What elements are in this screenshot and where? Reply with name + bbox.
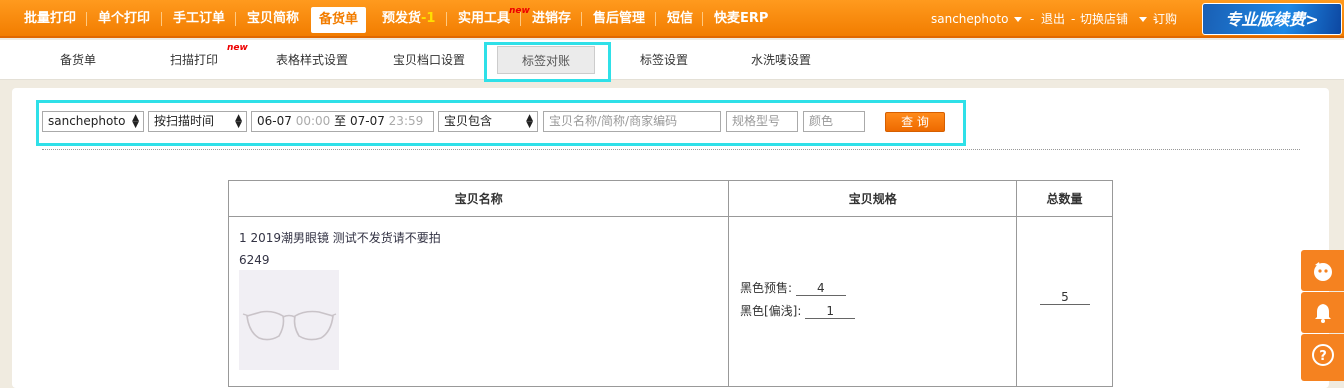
nav-erp[interactable]: 快麦ERP — [714, 0, 768, 38]
active-tab-highlight — [484, 42, 611, 82]
svg-text:?: ? — [1319, 349, 1327, 364]
nav-manual-order[interactable]: 手工订单 — [173, 0, 225, 38]
spec-qty: 4 — [795, 281, 846, 296]
tab-label-settings[interactable]: 标签设置 — [640, 40, 688, 80]
chevron-down-icon — [1139, 17, 1147, 22]
spec-input[interactable]: 规格型号 — [726, 111, 798, 132]
color-input[interactable]: 颜色 — [803, 111, 865, 132]
spec-label: 黑色[偏浅]: — [740, 304, 802, 318]
divider — [42, 149, 1300, 150]
tab-wash-label-settings[interactable]: 水洗唛设置 — [751, 40, 811, 80]
nav-inventory[interactable]: 进销存 — [532, 0, 571, 38]
tab-stock-list[interactable]: 备货单 — [60, 40, 96, 80]
total-value: 5 — [1040, 290, 1090, 305]
user-menu[interactable]: sanchephoto — [931, 0, 1028, 38]
col-item-name: 宝贝名称 — [227, 180, 730, 217]
end-time: 23:59 — [388, 114, 424, 128]
help-icon: ? — [1312, 344, 1334, 366]
table-header-row: 宝贝名称 宝贝规格 总数量 — [227, 180, 1113, 217]
item-name-cell: 1 2019潮男眼镜 测试不发货请不要拍 6249 — [227, 216, 730, 387]
spec-row: 黑色[偏浅]: 1 — [740, 302, 856, 319]
date-separator: 至 — [334, 114, 347, 128]
date-range-input[interactable]: 06-07 00:00 至 07-07 23:59 — [251, 111, 434, 132]
top-navigation: 批量打印 单个打印 手工订单 宝贝简称 备货单 预发货-1 实用工具 new 进… — [0, 0, 1344, 38]
item-title[interactable]: 1 2019潮男眼镜 测试不发货请不要拍 — [239, 230, 718, 246]
switch-shop-link[interactable]: 切换店铺 — [1080, 0, 1128, 38]
match-mode-value: 宝贝包含 — [444, 114, 493, 128]
time-mode-value: 按扫描时间 — [154, 114, 215, 128]
nav-after-sales[interactable]: 售后管理 — [593, 0, 645, 38]
total-qty: 5 — [1040, 290, 1090, 305]
item-name-input[interactable]: 宝贝名称/简称/商家编码 — [543, 111, 721, 132]
item-code: 6249 — [239, 253, 270, 267]
nav-single-print[interactable]: 单个打印 — [98, 0, 150, 38]
renew-pro-banner[interactable]: 专业版续费> — [1202, 3, 1342, 35]
nav-presale[interactable]: 预发货-1 — [382, 0, 435, 38]
col-item-spec: 宝贝规格 — [728, 180, 1018, 217]
table-row: 1 2019潮男眼镜 测试不发货请不要拍 6249 — [227, 216, 1113, 387]
spec-label: 黑色预售: — [740, 281, 793, 295]
nav-batch-print[interactable]: 批量打印 — [24, 0, 76, 38]
shop-select-value: sanchephoto — [48, 114, 126, 128]
start-date: 06-07 — [257, 114, 292, 128]
match-mode-select[interactable]: 宝贝包含 ▲ ▼ — [438, 111, 538, 132]
item-thumbnail[interactable] — [239, 270, 339, 370]
nav-stock-list[interactable]: 备货单 — [311, 7, 367, 33]
help-button[interactable]: ? — [1301, 334, 1344, 381]
end-date: 07-07 — [349, 114, 385, 128]
chat-button[interactable] — [1301, 250, 1344, 291]
nav-presale-label: 预发货 — [382, 11, 422, 26]
nav-item-alias[interactable]: 宝贝简称 — [247, 0, 299, 38]
tab-scan-print[interactable]: 扫描打印 — [170, 40, 218, 80]
start-time: 00:00 — [295, 114, 331, 128]
subscribe-link[interactable]: 订购 — [1153, 0, 1177, 38]
select-arrow-icon: ▲ ▼ — [132, 113, 139, 130]
select-arrow-icon: ▲ ▼ — [235, 113, 242, 130]
presale-count-badge: -1 — [421, 11, 436, 26]
username: sanchephoto — [931, 12, 1009, 26]
glasses-image — [242, 310, 337, 341]
tab-table-style[interactable]: 表格样式设置 — [276, 40, 348, 80]
spec-qty: 1 — [805, 304, 856, 319]
tab-stall-settings[interactable]: 宝贝档口设置 — [393, 40, 465, 80]
col-total: 总数量 — [1016, 180, 1113, 217]
time-mode-select[interactable]: 按扫描时间 ▲ ▼ — [148, 111, 247, 132]
sub-navigation: 备货单 扫描打印 new 表格样式设置 宝贝档口设置 标签对账 标签设置 水洗唛… — [0, 40, 1344, 80]
nav-sms[interactable]: 短信 — [667, 0, 693, 38]
nav-tools[interactable]: 实用工具 — [458, 0, 510, 38]
select-arrow-icon: ▲ ▼ — [526, 113, 533, 130]
chevron-down-icon — [1014, 17, 1023, 22]
query-button[interactable]: 查 询 — [885, 112, 945, 132]
logout-link[interactable]: 退出 — [1041, 0, 1065, 38]
spec-row: 黑色预售: 4 — [740, 279, 846, 296]
notification-button[interactable] — [1301, 292, 1344, 333]
bell-icon — [1315, 304, 1331, 323]
shop-select[interactable]: sanchephoto ▲ ▼ — [42, 111, 144, 132]
scan-print-new-tag: new — [227, 43, 248, 53]
result-table: 宝贝名称 宝贝规格 总数量 1 2019潮男眼镜 测试不发货请不要拍 6249 — [227, 180, 1113, 387]
chat-icon — [1314, 262, 1332, 281]
